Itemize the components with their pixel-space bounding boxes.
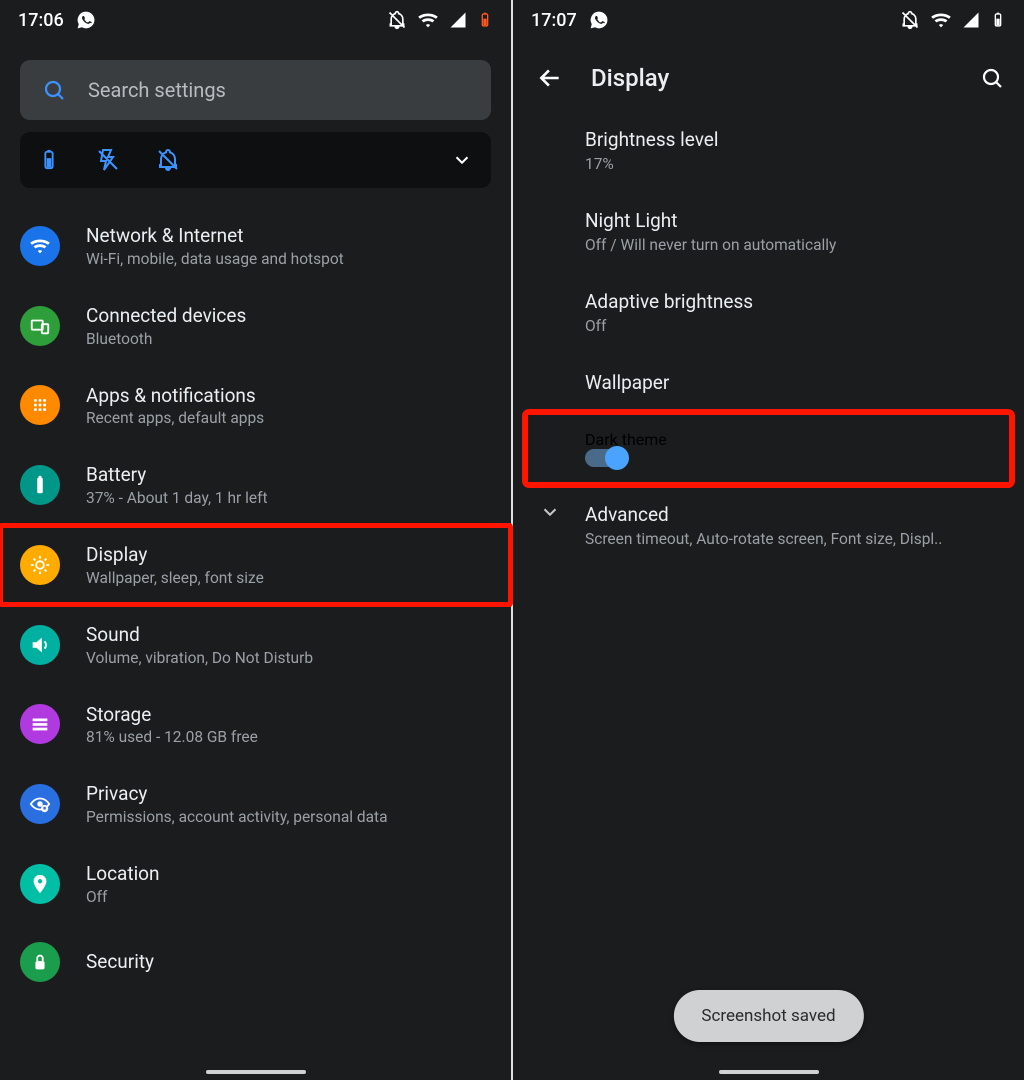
- row-title: Wallpaper: [585, 371, 1004, 394]
- back-icon[interactable]: [537, 65, 563, 91]
- settings-list: Network & Internet Wi-Fi, mobile, data us…: [0, 206, 511, 1000]
- nav-handle[interactable]: [206, 1070, 306, 1074]
- dnd-icon: [900, 10, 920, 30]
- row-sub: Volume, vibration, Do Not Disturb: [86, 649, 313, 667]
- search-placeholder: Search settings: [88, 78, 226, 102]
- settings-item-privacy[interactable]: Privacy Permissions, account activity, pe…: [0, 764, 511, 844]
- signal-icon: [962, 11, 980, 29]
- grid-icon: [20, 385, 60, 425]
- row-title: Battery: [86, 463, 268, 487]
- status-time: 17:07: [531, 10, 577, 31]
- settings-item-wifi[interactable]: Network & Internet Wi-Fi, mobile, data us…: [0, 206, 511, 286]
- row-title: Privacy: [86, 782, 388, 806]
- nightlight-row[interactable]: Night Light Off / Will never turn on aut…: [513, 191, 1024, 272]
- settings-item-security[interactable]: Security: [0, 924, 511, 1000]
- settings-item-battery[interactable]: Battery 37% - About 1 day, 1 hr left: [0, 445, 511, 525]
- status-bar: 17:07: [513, 0, 1024, 40]
- settings-item-brightness[interactable]: Display Wallpaper, sleep, font size: [0, 525, 511, 605]
- settings-item-sound[interactable]: Sound Volume, vibration, Do Not Disturb: [0, 605, 511, 685]
- settings-item-storage[interactable]: Storage81% used - 12.08 GB free: [0, 685, 511, 765]
- row-title: Storage: [86, 703, 258, 727]
- sound-icon: [20, 625, 60, 665]
- wifi-icon: [930, 9, 952, 31]
- dnd-chip-icon: [156, 148, 180, 172]
- search-icon: [42, 78, 66, 102]
- brightness-row[interactable]: Brightness level 17%: [513, 110, 1024, 191]
- status-bar: 17:06: [0, 0, 511, 40]
- location-icon: [20, 864, 60, 904]
- chevron-down-icon[interactable]: [451, 149, 473, 171]
- storage-icon: [20, 704, 60, 744]
- status-time: 17:06: [18, 10, 64, 31]
- row-title: Dark theme: [585, 430, 992, 449]
- row-title: Display: [86, 543, 264, 567]
- display-pane: 17:07 Display Brightness level 17% Night…: [513, 0, 1024, 1080]
- row-sub: 17%: [585, 155, 1004, 173]
- toast-text: Screenshot saved: [701, 1006, 835, 1026]
- brightness-icon: [20, 545, 60, 585]
- row-sub: Bluetooth: [86, 330, 246, 348]
- row-sub: Off / Will never turn on automatically: [585, 236, 1004, 254]
- battery-icon: [20, 465, 60, 505]
- settings-item-location[interactable]: Location Off: [0, 844, 511, 924]
- battery-icon: [990, 10, 1006, 30]
- row-title: Apps & notifications: [86, 384, 264, 408]
- row-sub: Recent apps, default apps: [86, 409, 264, 427]
- search-settings[interactable]: Search settings: [20, 60, 491, 120]
- row-title: Brightness level: [585, 128, 1004, 151]
- security-icon: [20, 942, 60, 982]
- whatsapp-icon: [589, 10, 609, 30]
- row-sub: 81% used - 12.08 GB free: [86, 728, 258, 746]
- row-sub: Off: [86, 888, 160, 906]
- row-title: Sound: [86, 623, 313, 647]
- screenshot-toast[interactable]: Screenshot saved: [673, 990, 863, 1042]
- row-sub: Off: [585, 317, 1004, 335]
- search-icon[interactable]: [980, 66, 1004, 90]
- row-sub: Wi-Fi, mobile, data usage and hotspot: [86, 250, 344, 268]
- settings-item-devices[interactable]: Connected devices Bluetooth: [0, 286, 511, 366]
- wallpaper-row[interactable]: Wallpaper: [513, 353, 1024, 412]
- display-header: Display: [513, 40, 1024, 110]
- wifi-icon: [20, 226, 60, 266]
- devices-icon: [20, 306, 60, 346]
- row-sub: 37% - About 1 day, 1 hr left: [86, 489, 268, 507]
- battery-icon: [477, 10, 493, 30]
- row-title: Night Light: [585, 209, 1004, 232]
- dnd-icon: [387, 10, 407, 30]
- whatsapp-icon: [76, 10, 96, 30]
- dark-theme-row[interactable]: Dark theme: [525, 412, 1012, 485]
- privacy-icon: [20, 784, 60, 824]
- advanced-row[interactable]: Advanced Screen timeout, Auto-rotate scr…: [513, 485, 1024, 566]
- row-sub: Screen timeout, Auto-rotate screen, Font…: [585, 530, 1004, 548]
- flash-off-chip-icon: [96, 148, 120, 172]
- row-title: Connected devices: [86, 304, 246, 328]
- wifi-icon: [417, 9, 439, 31]
- row-title: Security: [86, 950, 154, 974]
- chevron-down-icon: [539, 501, 561, 523]
- dark-theme-toggle[interactable]: [585, 449, 992, 467]
- row-title: Advanced: [585, 503, 1004, 526]
- row-title: Network & Internet: [86, 224, 344, 248]
- settings-item-grid[interactable]: Apps & notificationsRecent apps, default…: [0, 366, 511, 446]
- row-title: Adaptive brightness: [585, 290, 1004, 313]
- row-sub: Wallpaper, sleep, font size: [86, 569, 264, 587]
- settings-pane: 17:06 Search settings Network & Internet…: [0, 0, 511, 1080]
- display-title: Display: [591, 64, 952, 92]
- row-title: Location: [86, 862, 160, 886]
- adaptive-row[interactable]: Adaptive brightness Off: [513, 272, 1024, 353]
- signal-icon: [449, 11, 467, 29]
- row-sub: Permissions, account activity, personal …: [86, 808, 388, 826]
- suggestion-chip-row[interactable]: [20, 132, 491, 188]
- battery-saver-chip-icon: [38, 147, 60, 173]
- nav-handle[interactable]: [719, 1070, 819, 1074]
